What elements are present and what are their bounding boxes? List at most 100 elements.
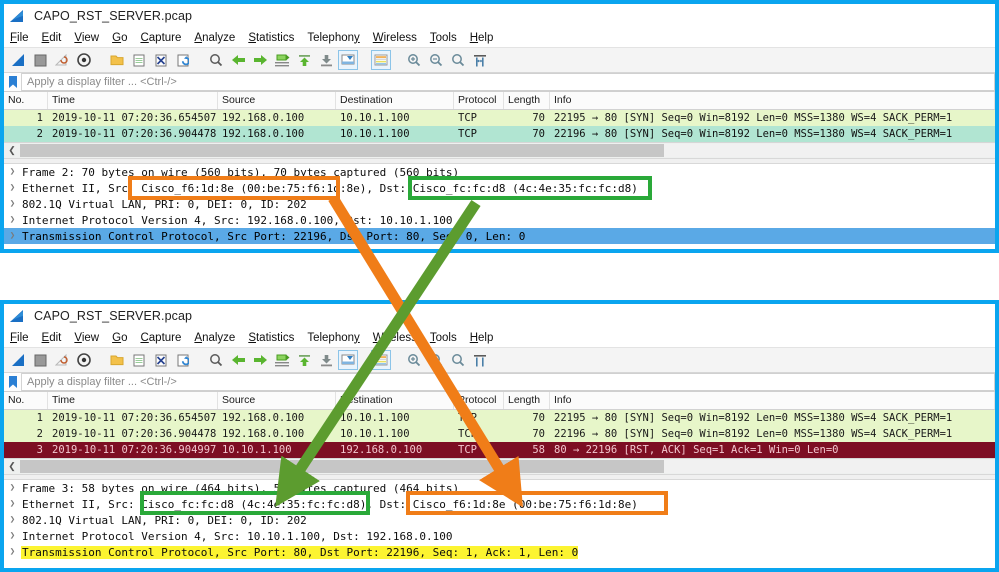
zoom-out-icon[interactable] bbox=[426, 350, 446, 370]
packet-list-hscrollbar[interactable]: ❮ bbox=[4, 142, 995, 158]
start-capture-icon[interactable] bbox=[8, 350, 28, 370]
menu-telephony[interactable]: Telephony bbox=[307, 32, 359, 44]
go-first-packet-icon[interactable] bbox=[294, 50, 314, 70]
detail-row-ethernet[interactable]: ❯ Ethernet II, Src: Cisco_f6:1d:8e (00:b… bbox=[4, 180, 995, 196]
display-filter-bar[interactable]: Apply a display filter ... <Ctrl-/> bbox=[4, 373, 995, 392]
detail-row-frame[interactable]: ❯ Frame 2: 70 bytes on wire (560 bits), … bbox=[4, 164, 995, 180]
auto-scroll-icon[interactable] bbox=[338, 50, 358, 70]
capture-options-icon[interactable] bbox=[74, 50, 94, 70]
detail-row-frame[interactable]: ❯ Frame 3: 58 bytes on wire (464 bits), … bbox=[4, 480, 995, 496]
column-header-info[interactable]: Info bbox=[550, 392, 995, 409]
go-forward-icon[interactable] bbox=[250, 350, 270, 370]
menu-file[interactable]: File bbox=[10, 332, 29, 344]
column-header-time[interactable]: Time bbox=[48, 392, 218, 409]
column-header-no[interactable]: No. bbox=[4, 392, 48, 409]
go-to-packet-icon[interactable] bbox=[272, 50, 292, 70]
chevron-right-icon[interactable]: ❯ bbox=[4, 199, 21, 209]
detail-row-vlan[interactable]: ❯ 802.1Q Virtual LAN, PRI: 0, DEI: 0, ID… bbox=[4, 196, 995, 212]
column-header-destination[interactable]: Destination bbox=[336, 92, 454, 109]
table-row[interactable]: 2 2019-10-11 07:20:36.904478 192.168.0.1… bbox=[4, 426, 995, 442]
zoom-reset-icon[interactable] bbox=[448, 350, 468, 370]
filter-bookmark-icon[interactable] bbox=[4, 373, 22, 391]
menu-bar[interactable]: File Edit View Go Capture Analyze Statis… bbox=[4, 28, 995, 47]
scroll-left-arrow-icon[interactable]: ❮ bbox=[4, 143, 20, 158]
column-header-info[interactable]: Info bbox=[550, 92, 995, 109]
packet-detail-top[interactable]: ❯ Frame 2: 70 bytes on wire (560 bits), … bbox=[4, 164, 995, 244]
column-header-protocol[interactable]: Protocol bbox=[454, 392, 504, 409]
packet-list-header[interactable]: No. Time Source Destination Protocol Len… bbox=[4, 92, 995, 110]
detail-row-vlan[interactable]: ❯ 802.1Q Virtual LAN, PRI: 0, DEI: 0, ID… bbox=[4, 512, 995, 528]
restart-capture-icon[interactable] bbox=[52, 350, 72, 370]
detail-row-ipv4[interactable]: ❯ Internet Protocol Version 4, Src: 192.… bbox=[4, 212, 995, 228]
menu-statistics[interactable]: Statistics bbox=[248, 332, 294, 344]
chevron-right-icon[interactable]: ❯ bbox=[4, 515, 21, 525]
find-packet-icon[interactable] bbox=[206, 350, 226, 370]
menu-analyze[interactable]: Analyze bbox=[194, 32, 235, 44]
menu-view[interactable]: View bbox=[74, 332, 99, 344]
zoom-out-icon[interactable] bbox=[426, 50, 446, 70]
menu-tools[interactable]: Tools bbox=[430, 32, 457, 44]
go-first-packet-icon[interactable] bbox=[294, 350, 314, 370]
go-last-packet-icon[interactable] bbox=[316, 50, 336, 70]
chevron-right-icon[interactable]: ❯ bbox=[4, 531, 21, 541]
packet-list-bottom[interactable]: No. Time Source Destination Protocol Len… bbox=[4, 392, 995, 474]
table-row[interactable]: 2 2019-10-11 07:20:36.904478 192.168.0.1… bbox=[4, 126, 995, 142]
close-file-icon[interactable] bbox=[151, 350, 171, 370]
resize-columns-icon[interactable] bbox=[470, 350, 490, 370]
close-file-icon[interactable] bbox=[151, 50, 171, 70]
column-header-length[interactable]: Length bbox=[504, 92, 550, 109]
main-toolbar[interactable] bbox=[4, 47, 995, 73]
go-back-icon[interactable] bbox=[228, 50, 248, 70]
menu-wireless[interactable]: Wireless bbox=[373, 32, 417, 44]
save-file-icon[interactable] bbox=[129, 50, 149, 70]
column-header-no[interactable]: No. bbox=[4, 92, 48, 109]
menu-capture[interactable]: Capture bbox=[140, 332, 181, 344]
resize-columns-icon[interactable] bbox=[470, 50, 490, 70]
zoom-in-icon[interactable] bbox=[404, 50, 424, 70]
chevron-right-icon[interactable]: ❯ bbox=[4, 215, 21, 225]
display-filter-bar[interactable]: Apply a display filter ... <Ctrl-/> bbox=[4, 73, 995, 92]
menu-help[interactable]: Help bbox=[470, 32, 494, 44]
column-header-source[interactable]: Source bbox=[218, 392, 336, 409]
column-header-time[interactable]: Time bbox=[48, 92, 218, 109]
menu-go[interactable]: Go bbox=[112, 32, 127, 44]
colorize-icon[interactable] bbox=[371, 50, 391, 70]
open-file-icon[interactable] bbox=[107, 350, 127, 370]
find-packet-icon[interactable] bbox=[206, 50, 226, 70]
scrollbar-thumb[interactable] bbox=[20, 460, 664, 473]
column-header-length[interactable]: Length bbox=[504, 392, 550, 409]
restart-capture-icon[interactable] bbox=[52, 50, 72, 70]
go-to-packet-icon[interactable] bbox=[272, 350, 292, 370]
scrollbar-track[interactable] bbox=[20, 460, 995, 473]
stop-capture-icon[interactable] bbox=[30, 50, 50, 70]
open-file-icon[interactable] bbox=[107, 50, 127, 70]
packet-list-hscrollbar[interactable]: ❮ bbox=[4, 458, 995, 474]
colorize-icon[interactable] bbox=[371, 350, 391, 370]
column-header-source[interactable]: Source bbox=[218, 92, 336, 109]
zoom-reset-icon[interactable] bbox=[448, 50, 468, 70]
table-row[interactable]: 1 2019-10-11 07:20:36.654507 192.168.0.1… bbox=[4, 410, 995, 426]
stop-capture-icon[interactable] bbox=[30, 350, 50, 370]
menu-view[interactable]: View bbox=[74, 32, 99, 44]
menu-edit[interactable]: Edit bbox=[42, 32, 62, 44]
packet-detail-bottom[interactable]: ❯ Frame 3: 58 bytes on wire (464 bits), … bbox=[4, 480, 995, 560]
column-header-destination[interactable]: Destination bbox=[336, 392, 454, 409]
menu-capture[interactable]: Capture bbox=[140, 32, 181, 44]
detail-row-ethernet[interactable]: ❯ Ethernet II, Src: Cisco_fc:fc:d8 (4c:4… bbox=[4, 496, 995, 512]
chevron-right-icon[interactable]: ❯ bbox=[4, 483, 21, 493]
go-back-icon[interactable] bbox=[228, 350, 248, 370]
menu-statistics[interactable]: Statistics bbox=[248, 32, 294, 44]
table-row[interactable]: 3 2019-10-11 07:20:36.904997 10.10.1.100… bbox=[4, 442, 995, 458]
auto-scroll-icon[interactable] bbox=[338, 350, 358, 370]
detail-row-ipv4[interactable]: ❯ Internet Protocol Version 4, Src: 10.1… bbox=[4, 528, 995, 544]
scrollbar-thumb[interactable] bbox=[20, 144, 664, 157]
menu-telephony[interactable]: Telephony bbox=[307, 332, 359, 344]
chevron-right-icon[interactable]: ❯ bbox=[4, 499, 21, 509]
menu-analyze[interactable]: Analyze bbox=[194, 332, 235, 344]
reload-file-icon[interactable] bbox=[173, 50, 193, 70]
chevron-right-icon[interactable]: ❯ bbox=[4, 231, 21, 241]
chevron-right-icon[interactable]: ❯ bbox=[4, 183, 21, 193]
filter-bookmark-icon[interactable] bbox=[4, 73, 22, 91]
column-header-protocol[interactable]: Protocol bbox=[454, 92, 504, 109]
packet-list-top[interactable]: No. Time Source Destination Protocol Len… bbox=[4, 92, 995, 158]
